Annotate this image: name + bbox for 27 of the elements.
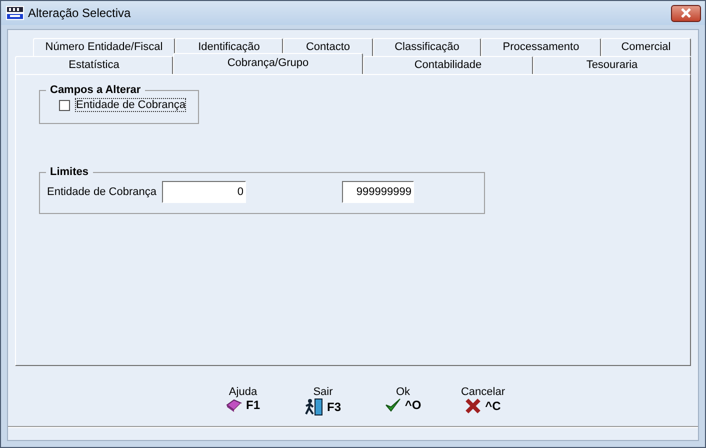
toolbar-button[interactable]: Ajuda F1: [218, 386, 268, 416]
window-title: Alteração Selectiva: [28, 6, 132, 20]
toolbar-button[interactable]: Cancelar ^C: [458, 386, 508, 416]
tab[interactable]: Classificação: [373, 38, 481, 56]
field-label: Entidade de Cobrança: [47, 186, 156, 198]
toolbar-button[interactable]: Sair F3: [298, 386, 348, 416]
checkbox[interactable]: [59, 100, 70, 110]
tab[interactable]: Cobrança/Grupo: [173, 53, 363, 74]
checkbox-label[interactable]: Entidade de Cobrança: [76, 99, 186, 111]
close-button[interactable]: [671, 4, 701, 22]
tab[interactable]: Comercial: [601, 38, 691, 56]
tab[interactable]: Estatística: [15, 56, 173, 74]
group-title: Limites: [49, 166, 90, 178]
tab[interactable]: Contabilidade: [363, 56, 533, 74]
exit-door-icon: [304, 398, 323, 416]
input-field[interactable]: 999999999: [342, 181, 414, 203]
tab[interactable]: Tesouraria: [533, 56, 691, 74]
group-title: Campos a Alterar: [49, 84, 142, 96]
book-icon: [226, 398, 242, 412]
checkmark-icon: [384, 398, 401, 412]
close-icon: [680, 8, 692, 18]
tab[interactable]: Número Entidade/Fiscal: [33, 38, 175, 56]
input-field[interactable]: 0: [162, 181, 246, 203]
tab[interactable]: Processamento: [481, 38, 601, 56]
toolbar-button[interactable]: Ok ^O: [378, 386, 428, 416]
cross-icon: [465, 398, 482, 414]
app-icon: [6, 6, 24, 20]
